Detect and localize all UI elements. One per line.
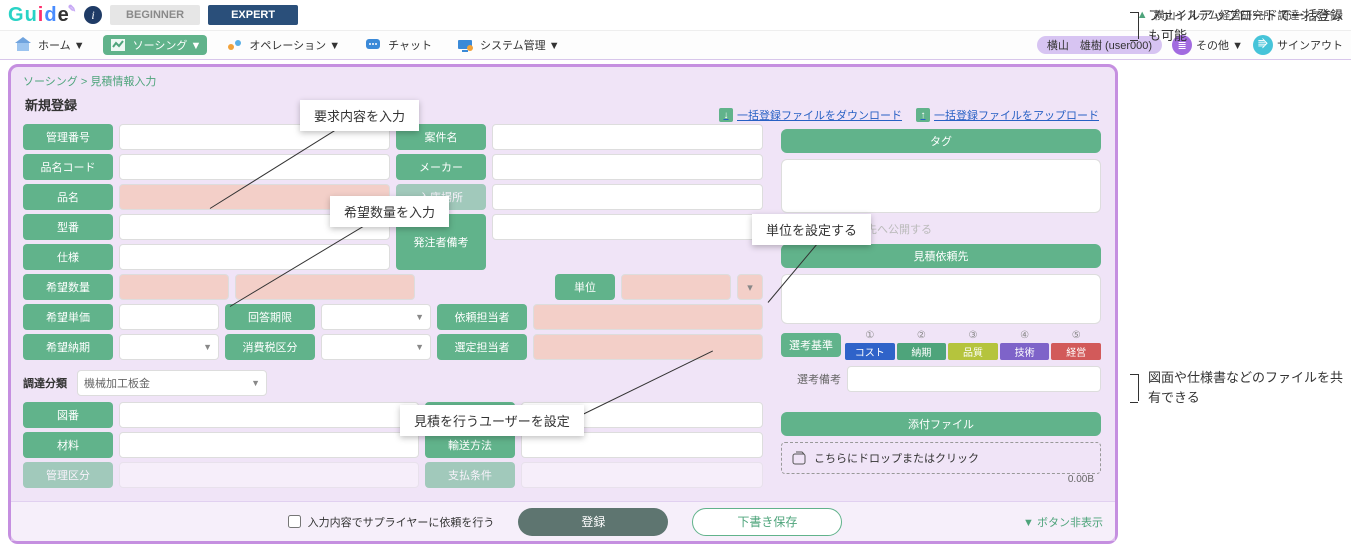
nav-sysadmin[interactable]: システム管理 ▼ [450, 35, 566, 55]
label-spec: 仕様 [23, 244, 113, 270]
field-order-note[interactable] [492, 214, 763, 240]
download-icon: ↓ [719, 108, 733, 122]
field-mgmt-cls[interactable] [119, 462, 419, 488]
field-item-code[interactable] [119, 154, 390, 180]
field-matter[interactable] [492, 124, 763, 150]
field-maker[interactable] [492, 154, 763, 180]
label-req-person: 依頼担当者 [437, 304, 527, 330]
mode-expert-button[interactable]: EXPERT [208, 5, 298, 25]
user-label: 横山 雄樹 (user000) [1037, 36, 1162, 54]
mode-beginner-button[interactable]: BEGINNER [110, 5, 200, 25]
label-unit: 単位 [555, 274, 615, 300]
nav-sourcing[interactable]: ソーシング ▼ [103, 35, 208, 55]
callout-set-unit: 単位を設定する [752, 214, 871, 245]
field-drawing-no[interactable] [119, 402, 419, 428]
label-item-name: 品名 [23, 184, 113, 210]
label-item-code: 品名コード [23, 154, 113, 180]
label-remark: 選考備考 [781, 371, 841, 387]
field-reply-due[interactable] [321, 304, 431, 330]
field-pay[interactable] [521, 462, 763, 488]
field-delivery[interactable] [119, 334, 219, 360]
download-template-link[interactable]: ↓一括登録ファイルをダウンロード [719, 107, 902, 123]
chip-tech[interactable]: 技術 [1000, 343, 1050, 360]
unit-dropdown-button[interactable]: ▾ [737, 274, 763, 300]
tag-header: タグ [781, 129, 1101, 153]
app-logo: Guide✎ [8, 4, 76, 27]
upload-template-link[interactable]: ↑一括登録ファイルをアップロード [916, 107, 1099, 123]
label-qty: 希望数量 [23, 274, 113, 300]
label-sel-person: 選定担当者 [437, 334, 527, 360]
chip-quality[interactable]: 品質 [948, 343, 998, 360]
info-icon[interactable]: i [84, 6, 102, 24]
side-note-upload: ファイルアップロードで一括登録も可能 [1148, 6, 1348, 45]
chip-mgmt[interactable]: 経営 [1051, 343, 1101, 360]
label-reply-due: 回答期限 [225, 304, 315, 330]
field-qty[interactable] [119, 274, 229, 300]
attach-header: 添付ファイル [781, 412, 1101, 436]
nav-chat[interactable]: チャット [358, 35, 438, 55]
hide-buttons-toggle[interactable]: ▼ ボタン非表示 [1023, 514, 1103, 530]
label-model: 型番 [23, 214, 113, 240]
upload-icon: ↑ [916, 108, 930, 122]
label-maker: メーカー [396, 154, 486, 180]
nav-operation[interactable]: オペレーション ▼ [219, 35, 346, 55]
dest-header: 見積依頼先 [781, 244, 1101, 268]
dest-input[interactable] [781, 274, 1101, 324]
label-price: 希望単価 [23, 304, 113, 330]
callout-input-content: 要求内容を入力 [300, 100, 419, 131]
drop-size: 0.00B [1068, 474, 1094, 485]
label-mgmt-cls: 管理区分 [23, 462, 113, 488]
field-sel-person[interactable] [533, 334, 763, 360]
breadcrumb: ソーシング > 見積情報入力 [23, 73, 1103, 89]
label-criteria: 選考基準 [781, 333, 841, 357]
chip-delivery[interactable]: 納期 [897, 343, 947, 360]
label-category: 調達分類 [23, 375, 67, 391]
field-spec[interactable] [119, 244, 390, 270]
rely-checkbox[interactable]: 入力内容でサプライヤーに依頼を行う [284, 512, 495, 531]
callout-input-qty: 希望数量を入力 [330, 196, 449, 227]
field-price[interactable] [119, 304, 219, 330]
callout-set-user: 見積を行うユーザーを設定 [400, 405, 584, 436]
chip-cost[interactable]: コスト [845, 343, 895, 360]
field-remark[interactable] [847, 366, 1101, 392]
dropzone[interactable]: こちらにドロップまたはクリック 0.00B [781, 442, 1101, 474]
dropzone-icon [790, 449, 808, 467]
label-material: 材料 [23, 432, 113, 458]
draft-button[interactable]: 下書き保存 [692, 508, 842, 536]
field-req-person[interactable] [533, 304, 763, 330]
nav-home[interactable]: ホーム ▼ [8, 35, 91, 55]
field-unit[interactable] [621, 274, 731, 300]
tag-input[interactable] [781, 159, 1101, 213]
label-pay: 支払条件 [425, 462, 515, 488]
field-storage[interactable] [492, 184, 763, 210]
field-material[interactable] [119, 432, 419, 458]
side-note-share-file: 図面や仕様書などのファイルを共有できる [1148, 368, 1348, 407]
label-tax: 消費税区分 [225, 334, 315, 360]
field-tax[interactable] [321, 334, 431, 360]
label-drawing-no: 図番 [23, 402, 113, 428]
field-category[interactable]: 機械加工板金 [77, 370, 267, 396]
register-button[interactable]: 登録 [518, 508, 668, 536]
label-delivery: 希望納期 [23, 334, 113, 360]
label-mgmt-no: 管理番号 [23, 124, 113, 150]
